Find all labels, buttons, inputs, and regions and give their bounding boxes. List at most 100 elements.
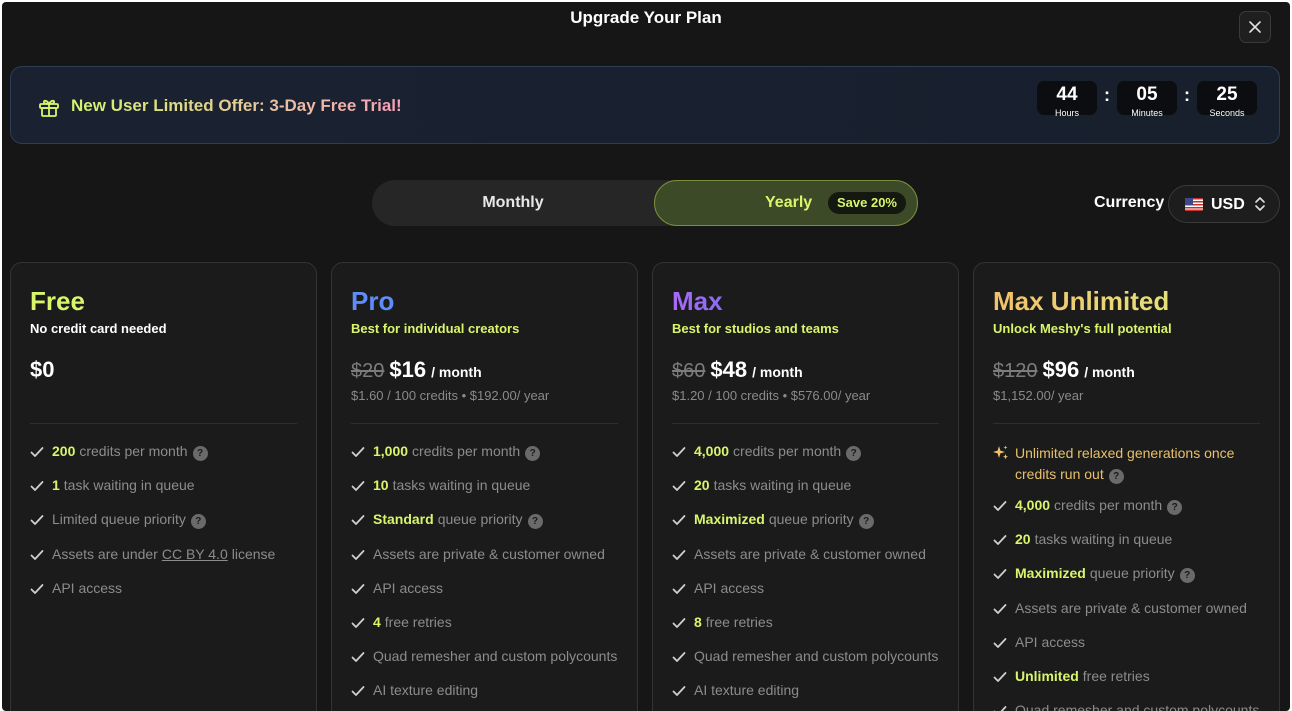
check-icon-wrap xyxy=(993,531,1015,549)
check-icon xyxy=(993,535,1007,546)
feature-item: 10 tasks waiting in queue xyxy=(351,477,627,511)
offer-text: New User Limited Offer: 3-Day Free Trial… xyxy=(71,96,402,115)
chevron-updown-icon xyxy=(1255,197,1265,211)
feature-item: API access xyxy=(351,580,627,614)
plan-name: Max xyxy=(672,286,723,316)
feature-item: 20 tasks waiting in queue xyxy=(672,477,948,511)
feature-highlight: 8 xyxy=(694,613,702,630)
check-icon xyxy=(993,706,1007,711)
info-icon[interactable]: ? xyxy=(192,446,208,461)
feature-label: queue priority xyxy=(1089,565,1175,582)
feature-label: API access xyxy=(694,579,765,596)
old-price: $20 xyxy=(351,360,385,382)
check-icon xyxy=(30,583,44,594)
feature-text: Assets are private & customer owned xyxy=(1015,600,1247,616)
feature-label: Assets are private & customer owned xyxy=(1015,599,1247,616)
divider xyxy=(672,423,939,424)
check-icon-wrap xyxy=(30,546,52,564)
feature-text: Limited queue priority? xyxy=(52,511,206,530)
check-icon xyxy=(993,569,1007,580)
check-icon xyxy=(30,447,44,457)
feature-item: API access xyxy=(993,634,1269,668)
feature-label: free retries xyxy=(1082,667,1150,684)
check-icon-wrap xyxy=(993,600,1015,618)
feature-label: free retries xyxy=(384,613,452,630)
check-icon-wrap xyxy=(993,565,1015,583)
check-icon xyxy=(351,549,365,560)
check-icon xyxy=(672,481,686,492)
check-icon-wrap xyxy=(351,614,373,632)
check-icon xyxy=(993,501,1007,511)
old-price: $60 xyxy=(672,360,706,382)
currency-value: USD xyxy=(1211,196,1245,213)
feature-item: AI texture editing xyxy=(351,682,627,711)
check-icon xyxy=(993,603,1007,614)
info-icon[interactable]: ? xyxy=(858,514,874,530)
monthly-option[interactable]: Monthly xyxy=(372,180,654,226)
check-icon xyxy=(993,637,1007,648)
feature-text: 4,000 credits per month? xyxy=(1015,497,1183,515)
check-icon-wrap xyxy=(351,682,373,700)
feature-label: task waiting in queue xyxy=(63,477,195,494)
feature-item: Quad remesher and custom polycounts xyxy=(993,702,1269,711)
gift-icon xyxy=(39,99,59,117)
info-icon[interactable]: ? xyxy=(846,446,862,461)
check-icon-wrap xyxy=(351,580,373,598)
price-subtext: $1.20 / 100 credits • $576.00/ year xyxy=(672,388,871,403)
check-icon xyxy=(993,672,1007,682)
info-icon[interactable]: ? xyxy=(1179,568,1195,584)
feature-label: Quad remesher and custom polycounts xyxy=(373,648,618,665)
minutes-box: 05 Minutes xyxy=(1117,81,1177,118)
feature-item: 20 tasks waiting in queue xyxy=(993,531,1269,565)
feature-text: 20 tasks waiting in queue xyxy=(1015,531,1172,547)
feature-label: tasks waiting in queue xyxy=(392,477,531,494)
check-icon-wrap xyxy=(672,511,694,529)
check-icon xyxy=(672,447,686,457)
feature-highlight: 4,000 xyxy=(694,443,730,459)
feature-highlight: Maximized xyxy=(694,511,765,528)
feature-text: 20 tasks waiting in queue xyxy=(694,477,851,493)
feature-item: Maximized queue priority? xyxy=(672,511,948,545)
feature-text: Assets are private & customer owned xyxy=(373,546,605,562)
check-icon-wrap xyxy=(993,634,1015,652)
currency-select[interactable]: USD xyxy=(1168,185,1280,223)
price-subtext: $1.60 / 100 credits • $192.00/ year xyxy=(351,388,550,403)
info-icon[interactable]: ? xyxy=(527,514,543,530)
yearly-option[interactable]: Yearly Save 20% xyxy=(654,180,918,226)
feature-item: Limited queue priority? xyxy=(30,511,306,545)
close-button[interactable] xyxy=(1239,11,1271,43)
info-icon[interactable]: ? xyxy=(190,514,206,530)
plan-tagline: Unlock Meshy's full potential xyxy=(993,321,1172,336)
feature-label: AI texture editing xyxy=(694,682,800,699)
feature-label: free retries xyxy=(705,613,773,630)
feature-item: Assets are private & customer owned xyxy=(993,600,1269,634)
feature-highlight: Maximized xyxy=(1015,565,1086,582)
seconds-value: 25 xyxy=(1216,84,1238,105)
feature-item: Standard queue priority? xyxy=(351,511,627,545)
feature-text: Unlimited relaxed generations once credi… xyxy=(1015,443,1269,485)
plan-name: Free xyxy=(30,286,85,316)
divider xyxy=(993,423,1260,424)
info-icon[interactable]: ? xyxy=(1167,500,1183,515)
feature-highlight: 4,000 xyxy=(1015,497,1051,513)
feature-highlight: 10 xyxy=(373,477,389,494)
feature-item: API access xyxy=(672,580,948,614)
feature-label: Assets are private & customer owned xyxy=(373,545,605,562)
feature-item: 1,000 credits per month? xyxy=(351,443,627,477)
check-icon xyxy=(672,686,686,697)
info-icon[interactable]: ? xyxy=(1108,469,1124,484)
price-subtext: $1,152.00/ year xyxy=(993,388,1084,403)
save-badge: Save 20% xyxy=(828,192,906,214)
feature-text: 10 tasks waiting in queue xyxy=(373,477,530,493)
check-icon-wrap xyxy=(672,614,694,632)
check-icon-wrap xyxy=(993,668,1015,686)
feature-label: credits per month xyxy=(412,443,521,459)
check-icon xyxy=(672,549,686,560)
plan-card-free: Free No credit card needed $0 200 credits pe… xyxy=(10,262,317,711)
license-link[interactable]: CC BY 4.0 xyxy=(162,546,228,562)
info-icon[interactable]: ? xyxy=(525,446,541,461)
feature-list: 4,000 credits per month? 20 tasks waiting i… xyxy=(672,443,948,711)
feature-text: API access xyxy=(52,580,122,596)
feature-highlight: Unlimited xyxy=(1015,667,1079,684)
check-icon-wrap xyxy=(672,477,694,495)
